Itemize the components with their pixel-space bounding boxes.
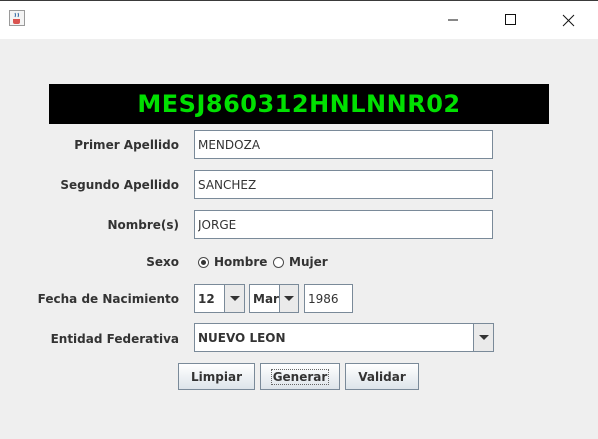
minimize-button[interactable]	[430, 1, 476, 39]
minimize-icon	[448, 19, 458, 21]
close-button[interactable]	[545, 1, 591, 39]
generar-button[interactable]: Generar	[260, 363, 340, 390]
primer-apellido-label: Primer Apellido	[74, 138, 179, 152]
fecha-nacimiento-label: Fecha de Nacimiento	[37, 292, 179, 306]
chevron-down-icon[interactable]	[278, 285, 298, 312]
entidad-federativa-label: Entidad Federativa	[50, 332, 179, 346]
limpiar-label: Limpiar	[191, 369, 242, 384]
radio-mujer-label: Mujer	[289, 255, 328, 269]
radio-selected-icon	[198, 256, 209, 268]
month-value: Mar	[253, 291, 279, 306]
window-titlebar	[0, 0, 598, 39]
curp-banner: MESJ860312HNLNNR02	[49, 84, 549, 124]
primer-apellido-field[interactable]	[194, 130, 493, 159]
sexo-radio-hombre[interactable]: Hombre	[198, 255, 267, 269]
generar-label: Generar	[270, 368, 330, 385]
maximize-button[interactable]	[487, 1, 533, 39]
validar-button[interactable]: Validar	[345, 363, 419, 390]
segundo-apellido-field[interactable]	[194, 170, 493, 199]
year-field[interactable]	[304, 284, 353, 313]
segundo-apellido-label: Segundo Apellido	[60, 178, 179, 192]
entidad-combo[interactable]: NUEVO LEON	[194, 323, 494, 352]
limpiar-button[interactable]: Limpiar	[178, 363, 255, 390]
close-icon	[562, 14, 575, 27]
entidad-value: NUEVO LEON	[198, 330, 286, 345]
radio-hombre-label: Hombre	[214, 255, 268, 269]
sexo-label: Sexo	[146, 255, 179, 269]
maximize-icon	[505, 14, 516, 25]
chevron-down-icon[interactable]	[224, 285, 244, 312]
sexo-radio-mujer[interactable]: Mujer	[273, 255, 328, 269]
radio-unselected-icon	[273, 256, 284, 268]
month-combo[interactable]: Mar	[249, 284, 299, 313]
nombres-label: Nombre(s)	[107, 218, 179, 232]
day-value: 12	[198, 291, 215, 306]
nombres-field[interactable]	[194, 210, 493, 239]
java-coffee-icon	[9, 10, 25, 26]
day-combo[interactable]: 12	[194, 284, 245, 313]
validar-label: Validar	[358, 369, 406, 384]
chevron-down-icon[interactable]	[473, 324, 493, 351]
